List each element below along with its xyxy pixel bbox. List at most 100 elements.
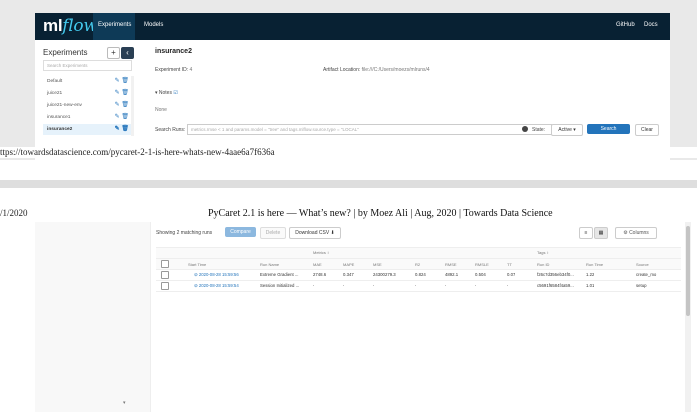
edit-icon[interactable]: ✎ [115, 114, 120, 120]
edit-icon[interactable]: ✎ [115, 102, 120, 108]
clear-button[interactable]: Clear [635, 124, 659, 136]
rmsle-cell: - [475, 283, 477, 288]
mape-cell: 0.347 [343, 272, 354, 277]
sidebar-title: Experiments [43, 48, 88, 57]
header-mape[interactable]: MAPE [343, 262, 354, 267]
rmse-cell: 4892.1 [445, 272, 459, 277]
edit-icon[interactable]: ✎ [115, 90, 120, 96]
header-run-name[interactable]: Run Name [260, 262, 279, 267]
runs-panel: Showing 2 matching runs Compare Delete D… [150, 222, 686, 412]
notes-value: None [155, 107, 167, 113]
search-runs-input[interactable]: metrics.rmse < 1 and params.model = "tre… [187, 124, 552, 135]
add-experiment-button[interactable]: + [107, 47, 120, 59]
select-all-checkbox[interactable] [161, 260, 169, 268]
start-time-link[interactable]: ⊘ 2020-08-28 15:59:56 [194, 272, 239, 278]
sidebar-item-label: insurance2 [47, 127, 73, 132]
sidebar-item-insurance2[interactable]: insurance2 ✎ 🗑 [43, 124, 133, 135]
header-mse[interactable]: MSE [373, 262, 382, 267]
experiment-id-value: 4 [189, 67, 193, 73]
sidebar-item-juice21-new-env[interactable]: juice21-new-env ✎ 🗑 [43, 100, 133, 111]
header-source[interactable]: Source [636, 262, 649, 267]
mse-cell: - [373, 283, 375, 288]
collapse-sidebar-button[interactable]: ‹ [121, 47, 134, 59]
download-icon: ⬇ [330, 230, 335, 236]
sidebar-item-label: insurance1 [47, 115, 71, 120]
sidebar-item-label: juice21-new-env [47, 103, 82, 108]
run-id-cell: f26c7d356eb34f0... [537, 272, 574, 277]
state-label: State: [532, 127, 546, 133]
notes-toggle[interactable]: ▾ Notes ☑ [155, 90, 178, 96]
mae-cell: - [313, 283, 315, 288]
download-csv-label: Download CSV [295, 230, 330, 236]
caret-down-icon: ▾ [573, 127, 576, 133]
page-scrollbar-thumb[interactable] [686, 226, 690, 316]
start-time-link[interactable]: ⊘ 2020-08-28 15:59:54 [194, 283, 239, 289]
mae-cell: 2748.6 [313, 272, 327, 277]
experiment-page: Experiments + ‹ Search Experiments Defau… [35, 40, 670, 160]
chevron-down-icon[interactable]: ▾ [123, 400, 126, 406]
r2-cell: - [415, 283, 417, 288]
run-id-cell: c5691f6584f4a59... [537, 283, 574, 288]
mlflow-logo[interactable]: mlflow [43, 16, 98, 36]
source-cell: setup [636, 283, 647, 288]
article-url[interactable]: ttps://towardsdatascience.com/pycaret-2-… [0, 147, 697, 158]
nav-tab-models[interactable]: Models [144, 22, 163, 28]
state-dropdown[interactable]: Active ▾ [551, 124, 583, 136]
sidebar-scrollbar[interactable] [131, 76, 134, 136]
sidebar-area: ▾ [35, 222, 150, 412]
edit-icon[interactable]: ✎ [115, 126, 120, 132]
edit-notes-icon[interactable]: ☑ [173, 90, 177, 96]
delete-button[interactable]: Delete [260, 227, 286, 239]
run-time-cell: 1.01 [586, 283, 595, 288]
trash-icon[interactable]: 🗑 [121, 90, 129, 96]
trash-icon[interactable]: 🗑 [121, 114, 129, 120]
nav-github-link[interactable]: GitHub [616, 22, 635, 28]
edit-icon[interactable]: ✎ [115, 78, 120, 84]
sidebar-item-default[interactable]: Default ✎ 🗑 [43, 76, 133, 87]
matching-runs-count: Showing 2 matching runs [156, 230, 213, 236]
column-group-header: Metrics ↕ Tags ↕ [156, 247, 681, 258]
run-name-cell: Extreme Gradient ... [260, 272, 299, 277]
header-tt[interactable]: TT [507, 262, 512, 267]
header-rmsle[interactable]: RMSLE [475, 262, 489, 267]
table-row[interactable]: ⊘ 2020-08-28 15:59:54 Session Initialize… [156, 281, 681, 292]
trash-icon[interactable]: 🗑 [121, 126, 129, 132]
metrics-group-label: Metrics ↕ [313, 250, 330, 255]
row-checkbox[interactable] [161, 271, 169, 279]
source-cell: create_mo [636, 272, 657, 277]
tt-cell: 0.07 [507, 272, 516, 277]
sidebar-item-insurance1[interactable]: insurance1 ✎ 🗑 [43, 112, 133, 123]
nav-docs-link[interactable]: Docs [644, 22, 658, 28]
logo-ml-text: ml [43, 16, 63, 35]
search-button[interactable]: Search [587, 124, 630, 134]
search-experiments-input[interactable]: Search Experiments [43, 60, 132, 71]
columns-button[interactable]: ⚙ Columns [615, 227, 657, 239]
nav-tab-experiments[interactable]: Experiments [98, 22, 131, 28]
experiment-id-label: Experiment ID: [155, 67, 189, 73]
info-icon[interactable] [522, 126, 528, 132]
download-csv-button[interactable]: Download CSV ⬇ [289, 227, 341, 239]
header-mae[interactable]: MAE [313, 262, 322, 267]
run-time-cell: 1.22 [586, 272, 595, 277]
row-checkbox[interactable] [161, 282, 169, 290]
top-navbar: mlflow Experiments Models GitHub Docs [35, 13, 670, 40]
grid-view-icon[interactable]: ▦ [594, 227, 608, 239]
check-circle-icon: ⊘ [194, 272, 198, 277]
sidebar-item-juice21[interactable]: juice21 ✎ 🗑 [43, 88, 133, 99]
header-start-time[interactable]: Start Time [188, 262, 206, 267]
header-r2[interactable]: R2 [415, 262, 420, 267]
table-row[interactable]: ⊘ 2020-08-28 15:59:56 Extreme Gradient .… [156, 270, 681, 281]
rmse-cell: - [445, 283, 447, 288]
compare-button[interactable]: Compare [225, 227, 256, 237]
state-dropdown-value: Active [558, 127, 572, 133]
header-rmse[interactable]: RMSE [445, 262, 457, 267]
header-run-time[interactable]: Run Time [586, 262, 603, 267]
trash-icon[interactable]: 🗑 [121, 102, 129, 108]
mse-cell: 24300279.3 [373, 272, 396, 277]
tt-cell: - [507, 283, 509, 288]
article-title: PyCaret 2.1 is here — What’s new? | by M… [208, 208, 553, 219]
list-view-icon[interactable]: ≡ [579, 227, 593, 239]
header-run-id[interactable]: Run ID [537, 262, 549, 267]
trash-icon[interactable]: 🗑 [121, 78, 129, 84]
table-header-row: Start Time Run Name MAE MAPE MSE R2 RMSE… [156, 258, 681, 270]
